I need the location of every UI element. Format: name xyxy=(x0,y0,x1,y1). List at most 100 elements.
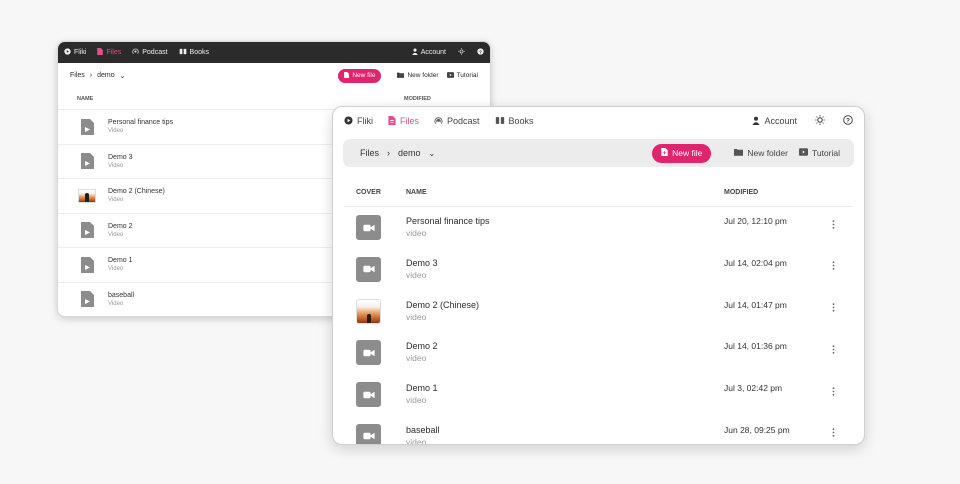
breadcrumb-root[interactable]: Files xyxy=(70,72,85,79)
file-type: Video xyxy=(108,128,124,135)
chevron-down-icon[interactable]: ⌄ xyxy=(429,149,436,158)
breadcrumb-root[interactable]: Files xyxy=(360,148,379,158)
more-options-icon[interactable] xyxy=(830,342,836,356)
new-file-button[interactable]: New file xyxy=(338,68,382,83)
file-title[interactable]: baseball xyxy=(406,425,440,435)
file-title[interactable]: Demo 2 xyxy=(108,223,133,230)
nav-account[interactable]: Account xyxy=(411,48,446,57)
theme-toggle[interactable] xyxy=(458,48,465,57)
file-title[interactable]: Demo 3 xyxy=(108,154,133,161)
row-text: Personal finance tips Video xyxy=(108,119,173,134)
file-plus-icon xyxy=(344,71,350,80)
table-row[interactable]: Demo 2 (Chinese) video Jul 14, 01:47 pm xyxy=(333,291,864,333)
table-row[interactable]: Demo 2 video Jul 14, 01:36 pm xyxy=(333,332,864,374)
user-icon xyxy=(752,116,761,127)
video-icon xyxy=(356,340,381,366)
col-name[interactable]: NAME xyxy=(77,96,93,102)
breadcrumb-current[interactable]: demo xyxy=(398,148,421,158)
file-modified: Jul 14, 01:47 pm xyxy=(724,299,787,310)
row-text: Demo 2 Video xyxy=(108,223,133,238)
file-modified: Jul 20, 12:10 pm xyxy=(724,216,787,226)
nav-account-label: Account xyxy=(764,116,797,126)
file-title[interactable]: Personal finance tips xyxy=(406,216,490,226)
podcast-icon xyxy=(434,116,443,127)
file-title[interactable]: baseball xyxy=(108,292,134,299)
nav-podcast[interactable]: Podcast xyxy=(434,116,480,127)
nav-files[interactable]: Files xyxy=(388,115,419,127)
file-type: Video xyxy=(108,197,124,204)
table-row[interactable]: baseball video Jun 28, 09:25 pm xyxy=(333,416,864,444)
video-file-icon xyxy=(78,221,96,239)
podcast-icon xyxy=(132,48,139,57)
file-type: video xyxy=(406,269,427,280)
table-row[interactable]: Demo 3 video Jul 14, 02:04 pm xyxy=(333,249,864,291)
video-file-icon xyxy=(78,290,96,308)
help-button[interactable]: ? xyxy=(477,48,484,57)
cover-thumbnail xyxy=(78,188,96,203)
col-name[interactable]: NAME xyxy=(406,189,427,196)
file-type: video xyxy=(406,353,427,364)
help-icon: ? xyxy=(843,115,853,127)
row-text: baseball Video xyxy=(108,292,134,307)
file-title[interactable]: Demo 2 (Chinese) xyxy=(406,300,479,310)
file-type: video xyxy=(406,395,427,406)
nav-books-label: Books xyxy=(189,49,209,56)
file-title[interactable]: Demo 2 xyxy=(406,341,438,351)
more-options-icon[interactable] xyxy=(830,426,836,440)
play-video-icon xyxy=(446,71,454,80)
cover-thumbnail xyxy=(356,298,381,324)
chevron-down-icon[interactable]: ⌄ xyxy=(120,72,126,80)
top-nav-dark: Fliki Files Podcast Books Account ? xyxy=(58,42,490,63)
breadcrumb-current[interactable]: demo xyxy=(97,72,115,79)
help-icon: ? xyxy=(477,48,484,57)
file-title[interactable]: Demo 2 (Chinese) xyxy=(108,188,165,195)
table-row[interactable]: Demo 1 video Jul 3, 02:42 pm xyxy=(333,374,864,416)
table-header: COVER NAME MODIFIED xyxy=(344,177,853,207)
file-modified: Jul 3, 02:42 pm xyxy=(724,383,783,394)
book-icon xyxy=(495,116,505,127)
file-plus-icon xyxy=(661,148,668,158)
nav-podcast-label: Podcast xyxy=(447,116,480,126)
theme-toggle[interactable] xyxy=(815,115,825,127)
fliki-logo-icon xyxy=(344,115,353,127)
file-title[interactable]: Demo 1 xyxy=(108,257,133,264)
nav-account[interactable]: Account xyxy=(752,116,797,127)
new-folder-button[interactable]: New folder xyxy=(397,72,439,80)
breadcrumb: Files › demo ⌄ xyxy=(70,72,126,80)
more-options-icon[interactable] xyxy=(830,217,836,231)
nav-books[interactable]: Books xyxy=(179,48,209,57)
video-file-icon xyxy=(78,256,96,274)
top-nav: Fliki Files Podcast Books Account ? xyxy=(333,107,864,135)
help-button[interactable]: ? xyxy=(843,115,853,127)
more-options-icon[interactable] xyxy=(830,259,836,273)
nav-fliki[interactable]: Fliki xyxy=(344,115,373,127)
more-options-icon[interactable] xyxy=(830,384,836,398)
file-title[interactable]: Demo 3 xyxy=(406,258,438,268)
file-modified: Jul 14, 01:36 pm xyxy=(724,341,787,352)
col-modified[interactable]: MODIFIED xyxy=(724,189,758,196)
nav-files[interactable]: Files xyxy=(97,48,121,57)
user-icon xyxy=(411,48,418,57)
new-folder-label: New folder xyxy=(747,148,788,158)
tutorial-button[interactable]: Tutorial xyxy=(446,71,478,80)
light-mode-window: Fliki Files Podcast Books Account ? File… xyxy=(332,106,865,445)
file-type: video xyxy=(406,228,427,238)
video-icon xyxy=(356,215,381,240)
file-title[interactable]: Personal finance tips xyxy=(108,119,173,126)
tutorial-button[interactable]: Tutorial xyxy=(798,148,840,158)
more-options-icon[interactable] xyxy=(830,301,836,315)
fliki-logo-icon xyxy=(64,48,71,57)
new-file-label: New file xyxy=(352,72,376,79)
nav-podcast[interactable]: Podcast xyxy=(132,48,168,57)
new-file-button[interactable]: New file xyxy=(652,143,712,163)
new-folder-button[interactable]: New folder xyxy=(734,148,788,158)
video-icon xyxy=(356,382,381,408)
col-modified[interactable]: MODIFIED xyxy=(404,96,431,102)
nav-books[interactable]: Books xyxy=(495,116,534,127)
file-modified: Jun 28, 09:25 pm xyxy=(724,424,790,435)
nav-fliki[interactable]: Fliki xyxy=(64,48,86,57)
file-title[interactable]: Demo 1 xyxy=(406,383,438,393)
row-text: Demo 3 Video xyxy=(108,154,133,169)
col-cover[interactable]: COVER xyxy=(356,189,381,196)
table-row[interactable]: Personal finance tips video Jul 20, 12:10 … xyxy=(333,207,864,249)
